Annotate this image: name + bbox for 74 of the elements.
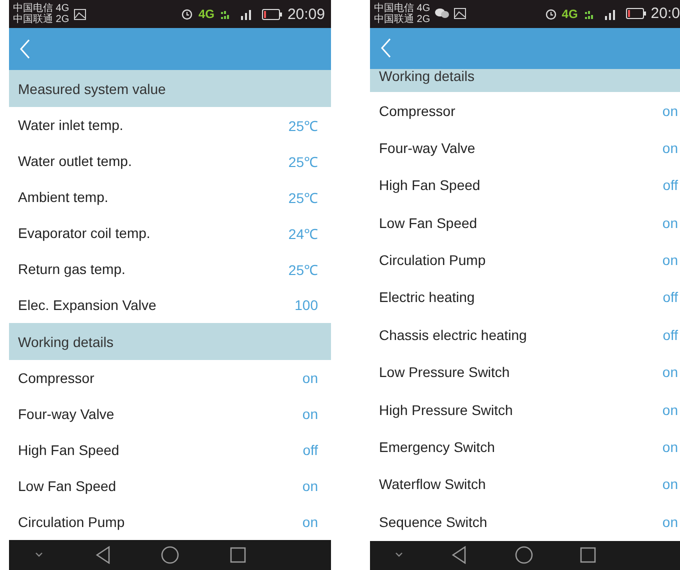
row-value: 25℃ [288,188,318,206]
image-icon [454,8,466,20]
row-label: Emergency Switch [379,439,495,456]
home-circle-icon[interactable] [161,546,180,564]
row-value: on [662,214,678,231]
section-header: Measured system value [9,70,331,107]
row-value: on [662,102,678,119]
row-value: on [662,364,678,380]
row-value: on [662,402,678,418]
alarm-clock-icon [544,8,557,20]
row-label: High Fan Speed [18,442,120,458]
chevron-down-icon[interactable] [34,552,44,558]
row-label: Sequence Switch [379,514,488,530]
row-value: 25℃ [288,152,318,170]
row-label: Water outlet temp. [18,153,132,169]
row-label: Compressor [379,102,456,119]
row-value: on [302,514,318,530]
carrier-label: 中国联通 2G [374,14,430,25]
row-value: on [662,140,678,156]
row-label: High Fan Speed [379,177,480,194]
back-icon[interactable] [19,39,31,59]
row-label: Circulation Pump [18,514,125,530]
battery-icon [626,8,646,20]
carrier-label: 中国电信 4G [374,2,430,14]
row-value: off [662,326,678,343]
carrier-label: 中国电信 4G [13,3,70,14]
row-label: Low Fan Speed [379,214,478,231]
back-triangle-icon[interactable] [451,546,468,564]
row-value: on [302,370,318,386]
row-value: on [662,252,678,268]
row-value: on [662,476,678,492]
section-header: Working details [9,323,331,360]
row-label: Ambient temp. [18,189,108,205]
row-label: Low Fan Speed [18,478,116,494]
recent-apps-square-icon[interactable] [580,547,596,564]
row-value: off [662,177,678,194]
row-label: Four-way Valve [18,406,114,422]
section-header: Working details [370,68,680,92]
network-type-label: 4G [562,6,578,21]
row-label: Chassis electric heating [379,326,527,343]
row-label: Waterflow Switch [379,476,486,492]
row-value: 100 [294,297,318,313]
alarm-clock-icon [181,8,194,20]
row-label: Low Pressure Switch [379,364,510,380]
row-value: 25℃ [288,260,318,278]
row-value: on [302,406,318,422]
back-triangle-icon[interactable] [94,546,111,564]
chat-bubble-icon [435,8,450,20]
row-value: off [662,289,678,306]
clock-time: 20:0 [650,5,680,22]
row-label: Electric heating [379,289,475,306]
row-label: Compressor [18,370,94,386]
battery-icon [262,8,282,20]
recent-apps-square-icon[interactable] [230,547,246,563]
clock-time: 20:09 [287,6,325,22]
home-circle-icon[interactable] [514,546,533,564]
row-value: on [302,478,318,494]
row-label: Elec. Expansion Valve [18,297,156,313]
row-value: 25℃ [288,116,318,134]
row-value: on [662,439,678,456]
row-label: Circulation Pump [379,252,486,268]
carrier-label: 中国联通 2G [13,14,70,25]
row-value: on [662,514,678,530]
back-icon[interactable] [380,38,392,58]
row-value: off [302,442,318,458]
image-icon [74,8,86,20]
row-label: Evaporator coil temp. [18,225,150,241]
network-type-label: 4G [198,7,214,21]
chevron-down-icon[interactable] [394,552,404,558]
row-label: High Pressure Switch [379,402,513,418]
row-value: 24℃ [288,224,318,242]
row-label: Water inlet temp. [18,117,124,133]
row-label: Four-way Valve [379,140,476,156]
row-label: Return gas temp. [18,261,126,277]
